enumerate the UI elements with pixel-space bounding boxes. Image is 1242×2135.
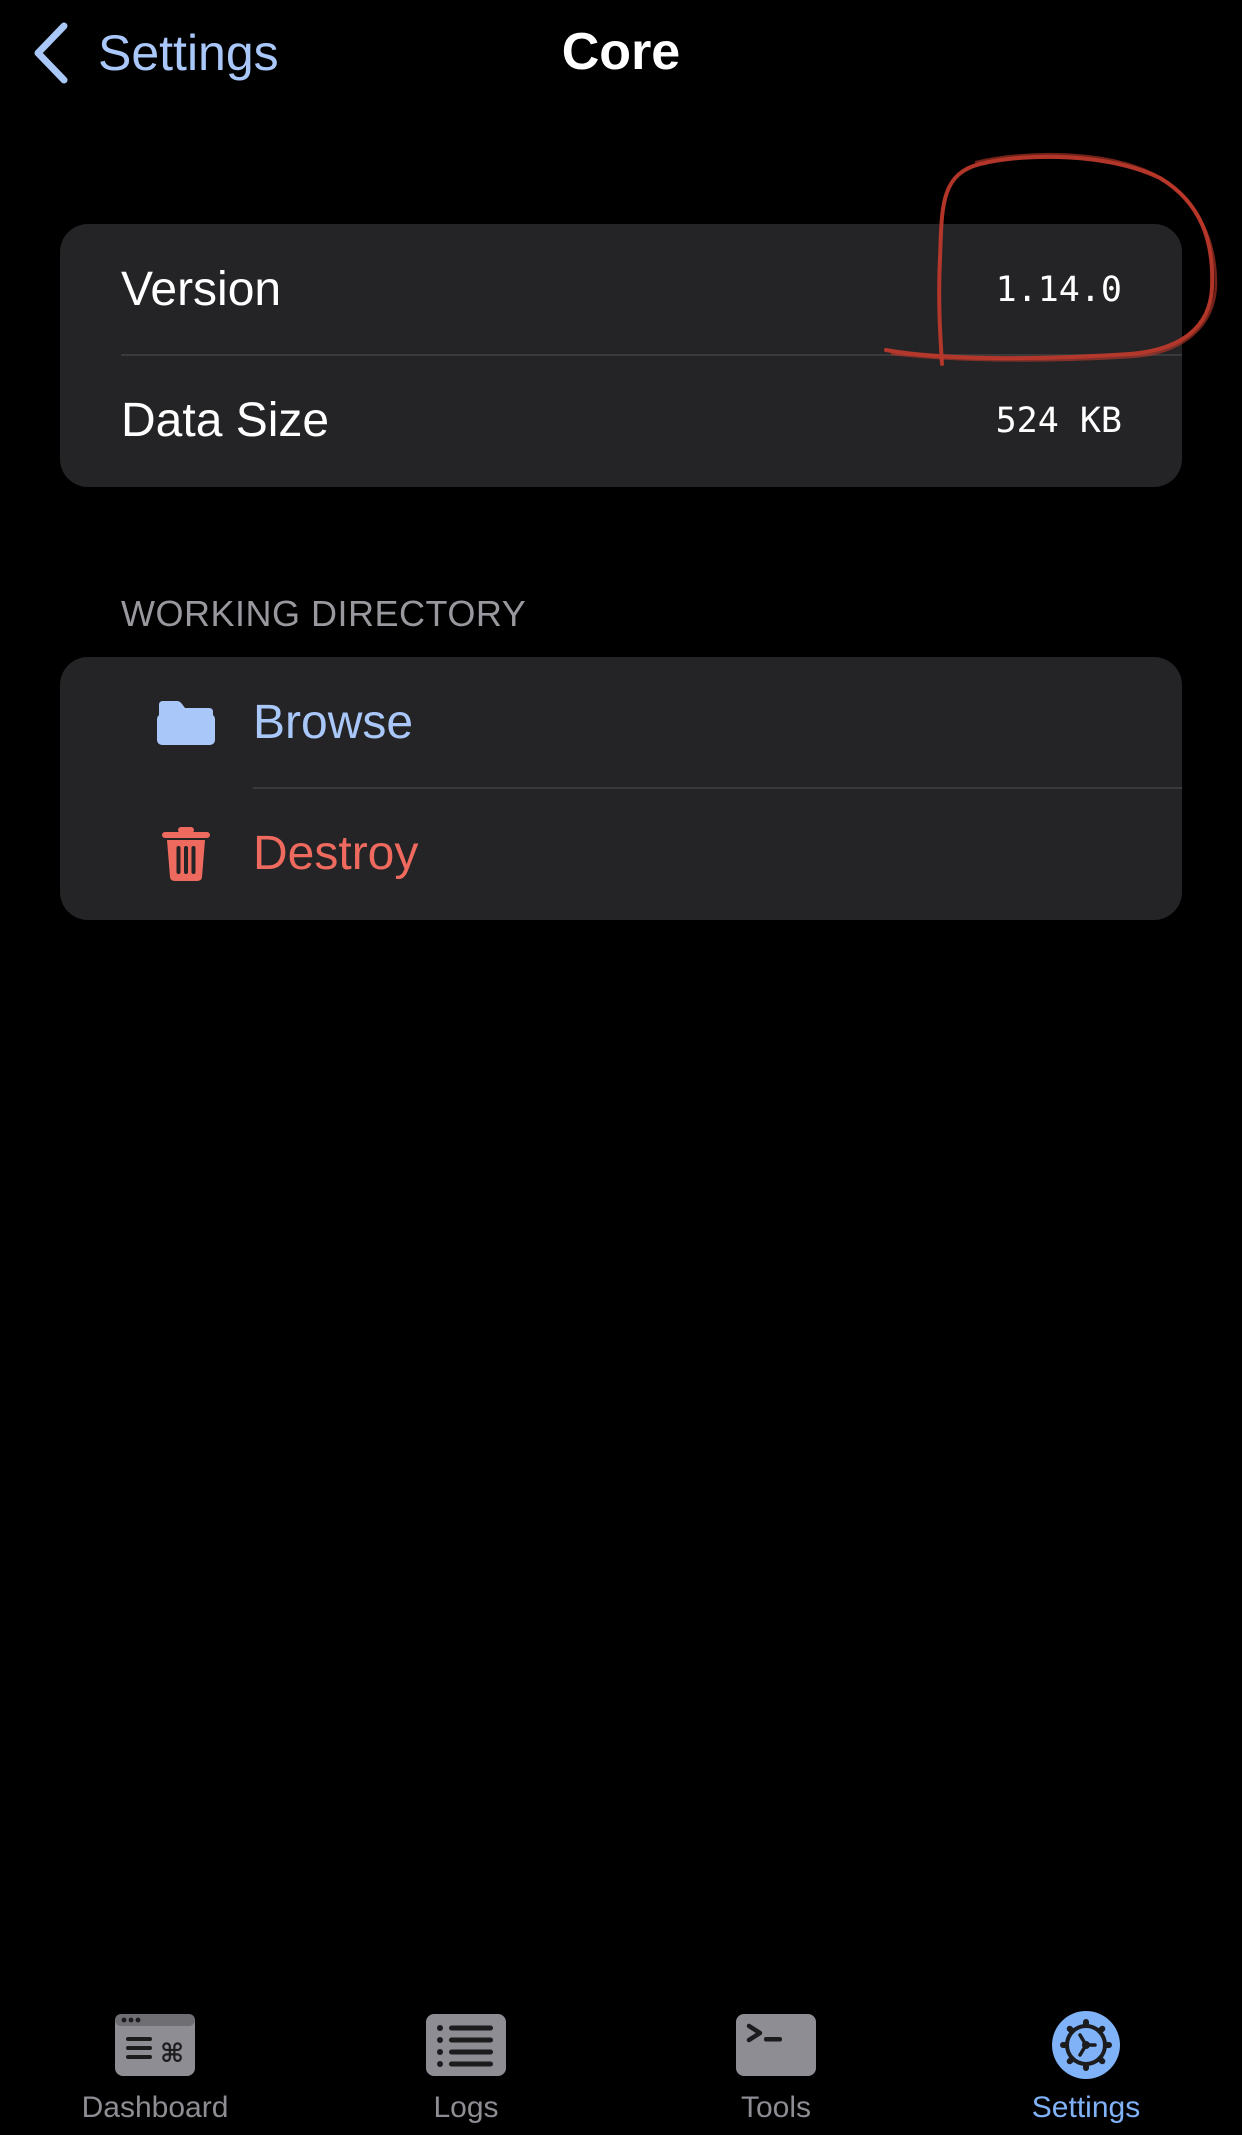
tab-dashboard-label: Dashboard (81, 2091, 229, 2124)
destroy-button[interactable]: Destroy (253, 830, 418, 878)
page-title: Core (561, 23, 681, 81)
dashboard-icon: ⌘ (115, 2014, 195, 2076)
working-directory-header: WORKING DIRECTORY (121, 593, 527, 634)
destroy-row[interactable]: Destroy (60, 788, 1182, 920)
tab-settings-label: Settings (1031, 2091, 1141, 2124)
gear-icon (1052, 2011, 1120, 2079)
tab-tools[interactable]: Tools (621, 1990, 931, 2135)
tab-logs[interactable]: Logs (311, 1990, 621, 2135)
trash-icon (151, 819, 221, 889)
folder-icon (151, 688, 221, 758)
data-size-value: 524 KB (995, 400, 1122, 441)
tab-bar: ⌘ Dashboard Logs Tools Settings (0, 1990, 1242, 2135)
tab-dashboard[interactable]: ⌘ Dashboard (0, 1990, 310, 2135)
browse-row[interactable]: Browse (60, 657, 1182, 789)
svg-text:⌘: ⌘ (160, 2039, 184, 2069)
tab-tools-label: Tools (740, 2091, 812, 2124)
core-info-card: Version 1.14.0 Data Size 524 KB (60, 224, 1182, 487)
data-size-label: Data Size (121, 394, 330, 447)
browse-button[interactable]: Browse (253, 699, 413, 747)
tab-logs-label: Logs (433, 2091, 499, 2124)
core-settings-screen: Settings Core Version 1.14.0 Data Size 5… (0, 0, 1242, 2135)
version-row: Version 1.14.0 (60, 224, 1182, 356)
navigation-bar: Settings Core (0, 0, 1242, 110)
version-label: Version (121, 263, 282, 316)
tab-settings[interactable]: Settings (931, 1990, 1241, 2135)
logs-icon (426, 2014, 506, 2076)
terminal-icon (736, 2014, 816, 2076)
version-value: 1.14.0 (995, 269, 1122, 310)
working-directory-card: Browse Destroy (60, 657, 1182, 920)
data-size-row: Data Size 524 KB (60, 355, 1182, 487)
